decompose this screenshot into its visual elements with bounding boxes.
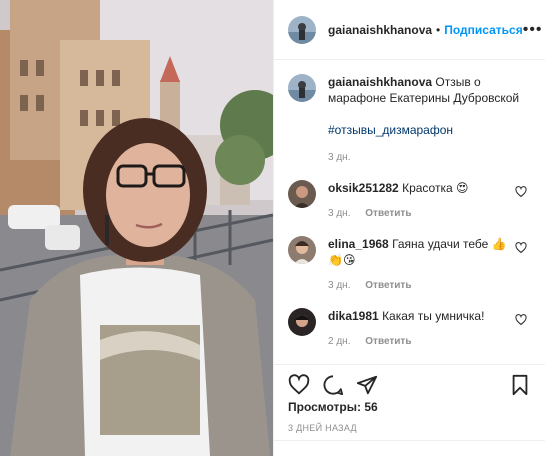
comment-time[interactable]: 3 дн. [328,280,350,291]
follow-button[interactable]: Подписаться [444,23,522,37]
heart-icon[interactable] [515,186,527,198]
caption-time[interactable]: 3 дн. [328,152,350,163]
comment-text: Какая ты умничка! [382,309,485,323]
save-icon[interactable] [509,374,531,396]
comment-emoji: 😍 [456,181,469,195]
caption-avatar[interactable] [288,74,316,102]
add-comment-area [274,440,545,457]
comment-item: oksik251282 Красотка 😍 3 дн. Ответить [288,180,531,222]
reply-button[interactable]: Ответить [365,208,411,219]
author-username[interactable]: gaianaishkhanova [328,23,432,37]
comments-list[interactable]: gaianaishkhanova Отзыв о марафоне Екатер… [274,60,545,364]
comment-meta: 3 дн. Ответить [328,278,531,294]
caption-username[interactable]: gaianaishkhanova [328,75,432,89]
comment-item: elina_1968 Гаяна удачи тебе 👍 👏😘 3 дн. О… [288,236,531,294]
caption-hashtag[interactable]: #отзывы_дизмарафон [328,122,531,138]
post-header: gaianaishkhanova • Подписаться ••• [274,0,545,60]
comment-meta: 2 дн. Ответить [328,334,531,350]
comment-time[interactable]: 3 дн. [328,208,350,219]
views-label: Просмотры: [288,400,362,414]
commenter-avatar[interactable] [288,308,316,336]
author-avatar[interactable] [288,15,316,44]
comment-username[interactable]: oksik251282 [328,181,399,195]
comment-username[interactable]: dika1981 [328,309,379,323]
post-side-panel: gaianaishkhanova • Подписаться ••• gaian… [273,0,545,456]
comment-item: dika1981 Какая ты умничка! 2 дн. Ответит… [288,308,531,350]
commenter-avatar[interactable] [288,236,316,264]
posted-time[interactable]: 3 ДНЕЙ НАЗАД [288,423,357,433]
post-video[interactable] [0,0,273,456]
comment-text: Гаяна удачи тебе [392,237,489,251]
comment-emoji: 👍 [491,237,507,251]
reply-button[interactable]: Ответить [365,336,411,347]
heart-icon[interactable] [515,314,527,326]
comment-time[interactable]: 2 дн. [328,336,350,347]
like-icon[interactable] [288,373,310,396]
comment-icon[interactable] [322,374,344,396]
street-scene-illustration [0,0,273,456]
instagram-post: gaianaishkhanova • Подписаться ••• gaian… [0,0,545,456]
header-separator: • [436,22,441,37]
caption-meta: 3 дн. [328,150,531,166]
more-options-button[interactable]: ••• [523,21,543,39]
comment-emoji-line: 👏😘 [328,253,356,267]
commenter-avatar[interactable] [288,180,316,208]
comment-text: Красотка [402,181,453,195]
caption: gaianaishkhanova Отзыв о марафоне Екатер… [288,74,531,166]
views-count[interactable]: Просмотры: 56 [288,400,378,414]
comment-meta: 3 дн. Ответить [328,206,531,222]
heart-icon[interactable] [515,242,527,254]
comment-username[interactable]: elina_1968 [328,237,389,251]
reply-button[interactable]: Ответить [365,280,411,291]
share-icon[interactable] [356,374,378,396]
views-number: 56 [364,400,378,414]
post-actions [274,364,545,404]
